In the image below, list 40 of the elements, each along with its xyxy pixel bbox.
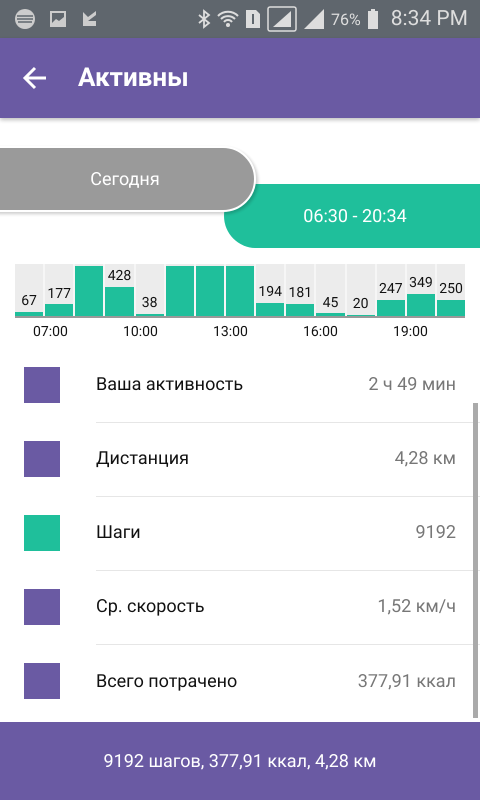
image-icon [48, 9, 68, 29]
signal-icon [303, 8, 325, 30]
bar-value: 194 [257, 284, 283, 300]
summary-text: 9192 шагов, 377,91 ккал, 4,28 км [104, 750, 376, 772]
axis-label: 07:00 [33, 324, 68, 340]
clock: 8:34 PM [390, 7, 468, 31]
bar-value: 181 [288, 285, 314, 301]
axis-label: 13:00 [213, 324, 248, 340]
bar-value: 38 [140, 295, 158, 312]
stat-label: Ваша активность [96, 374, 244, 395]
bar-value: 349 [408, 274, 434, 291]
axis-label: 19:00 [393, 324, 428, 340]
wifi-icon [217, 9, 239, 29]
bar-value: 247 [378, 281, 404, 298]
bar-value: 250 [438, 281, 464, 298]
time-range-selector[interactable]: 06:30 - 20:34 [224, 184, 480, 248]
stat-value: 2 ч 49 мин [368, 374, 456, 395]
stat-value: 4,28 км [394, 448, 456, 469]
bar-value: 428 [106, 268, 132, 284]
bar-value: 20 [352, 296, 370, 312]
battery-level: 76% [331, 10, 361, 28]
day-selector[interactable]: Сегодня [0, 146, 256, 212]
signal-icon [267, 6, 297, 32]
bluetooth-icon [197, 9, 211, 29]
sim-card-icon [245, 9, 261, 29]
stat-label: Шаги [96, 522, 141, 543]
stat-label: Дистанция [96, 448, 189, 469]
axis-label: 10:00 [123, 324, 158, 340]
screen-title: Активны [78, 63, 189, 93]
axis-label: 16:00 [303, 324, 338, 340]
bar-value: 67 [20, 293, 38, 310]
battery-icon [366, 9, 379, 29]
stat-value: 377,91 ккал [358, 670, 456, 692]
stat-value: 9192 [416, 522, 456, 543]
bar-value: 45 [322, 294, 340, 311]
stat-value: 1,52 км/ч [377, 596, 456, 617]
bar-value: 177 [46, 286, 72, 302]
app-logo-icon [14, 8, 36, 30]
stat-label: Ср. скорость [96, 596, 204, 617]
stat-label: Всего потрачено [96, 670, 238, 692]
